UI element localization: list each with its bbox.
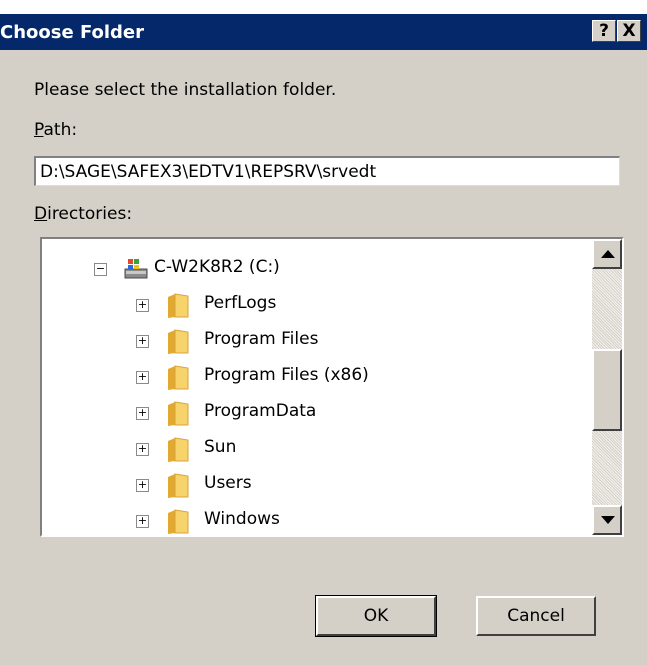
directories-label-accelerator: D xyxy=(34,204,48,224)
expand-icon[interactable]: + xyxy=(136,515,149,528)
expand-icon[interactable]: + xyxy=(136,335,149,348)
directories-label-text: irectories: xyxy=(47,204,133,224)
background-strip xyxy=(0,0,647,14)
expand-icon[interactable]: + xyxy=(136,407,149,420)
scrollbar-thumb[interactable] xyxy=(592,349,622,431)
tree-item-program-files-x86[interactable]: + Program Files (x86) xyxy=(42,359,592,395)
collapse-icon[interactable]: − xyxy=(94,263,107,276)
vertical-scrollbar[interactable] xyxy=(592,239,622,535)
expand-icon[interactable]: + xyxy=(136,371,149,384)
tree-item-sun[interactable]: + Sun xyxy=(42,431,592,467)
folder-icon xyxy=(168,473,189,498)
tree-item-label: Program Files (x86) xyxy=(204,365,369,385)
path-label-accelerator: P xyxy=(34,120,44,140)
tree-item-windows[interactable]: + Windows xyxy=(42,503,592,535)
up-arrow-icon xyxy=(601,250,615,258)
path-input-value: D:\SAGE\SAFEX3\EDTV1\REPSRV\srvedt xyxy=(40,162,377,182)
instruction-text: Please select the installation folder. xyxy=(34,80,337,100)
scroll-down-button[interactable] xyxy=(592,505,622,535)
tree-item-label: Users xyxy=(204,473,252,493)
folder-icon xyxy=(168,509,189,534)
help-button[interactable]: ? xyxy=(592,20,616,42)
choose-folder-dialog: Choose Folder ? X Please select the inst… xyxy=(0,14,647,665)
cancel-button[interactable]: Cancel xyxy=(476,596,596,636)
path-label-text: ath: xyxy=(43,120,78,140)
path-input[interactable]: D:\SAGE\SAFEX3\EDTV1\REPSRV\srvedt xyxy=(34,156,620,186)
tree-item-perflogs[interactable]: + PerfLogs xyxy=(42,287,592,323)
expand-icon[interactable]: + xyxy=(136,299,149,312)
folder-icon xyxy=(168,401,189,426)
folder-icon xyxy=(168,293,189,318)
expand-icon[interactable]: + xyxy=(136,479,149,492)
ok-button[interactable]: OK xyxy=(315,595,437,637)
directories-tree[interactable]: − C-W2K8R2 (C:) + PerfLogs + Program Fil… xyxy=(40,237,624,537)
tree-item-label: ProgramData xyxy=(204,401,317,421)
tree-item-drive-c[interactable]: − C-W2K8R2 (C:) xyxy=(42,251,592,287)
folder-icon xyxy=(168,365,189,390)
close-button[interactable]: X xyxy=(617,20,641,42)
tree-item-users[interactable]: + Users xyxy=(42,467,592,503)
tree-item-label: Windows xyxy=(204,509,280,529)
scroll-up-button[interactable] xyxy=(592,239,622,269)
folder-icon xyxy=(168,329,189,354)
drive-icon xyxy=(124,259,148,279)
path-label: Path: xyxy=(34,120,77,140)
folder-icon xyxy=(168,437,189,462)
tree-item-label: C-W2K8R2 (C:) xyxy=(154,257,280,277)
tree-item-label: PerfLogs xyxy=(204,293,277,313)
down-arrow-icon xyxy=(601,516,615,524)
expand-icon[interactable]: + xyxy=(136,443,149,456)
tree-item-label: Sun xyxy=(204,437,237,457)
tree-item-programdata[interactable]: + ProgramData xyxy=(42,395,592,431)
window-title: Choose Folder xyxy=(0,22,145,43)
directories-label: Directories: xyxy=(34,204,132,224)
title-bar[interactable]: Choose Folder ? X xyxy=(0,14,647,50)
tree-item-label: Program Files xyxy=(204,329,319,349)
tree-item-program-files[interactable]: + Program Files xyxy=(42,323,592,359)
